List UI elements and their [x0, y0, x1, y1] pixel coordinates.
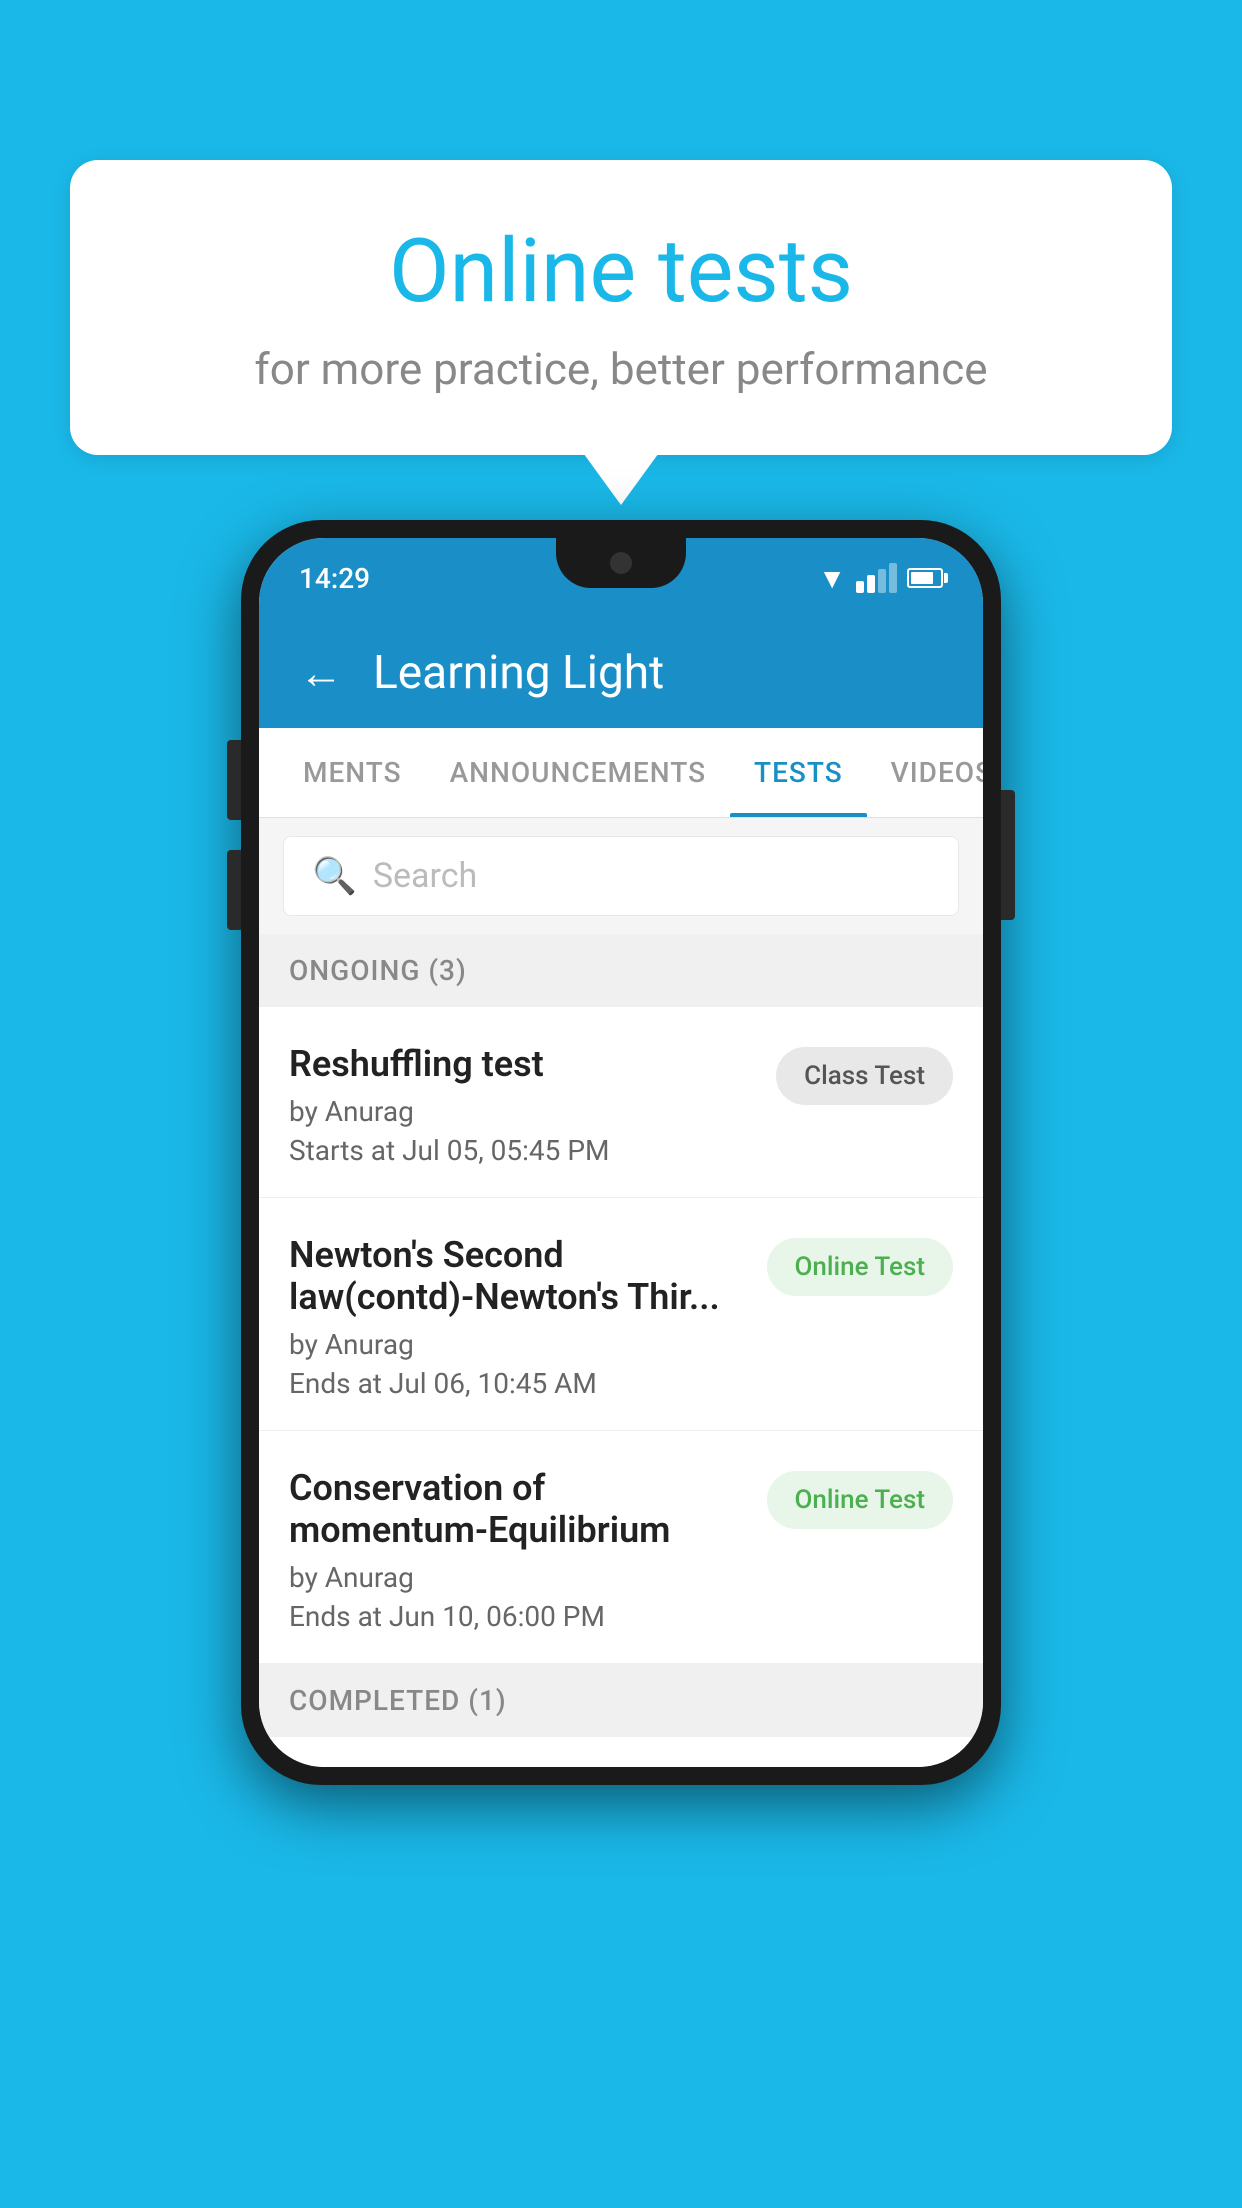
test-name: Newton's Second law(contd)-Newton's Thir… [289, 1234, 747, 1318]
ongoing-section-header: ONGOING (3) [259, 934, 983, 1007]
test-time: Ends at Jul 06, 10:45 AM [289, 1367, 747, 1400]
power-button[interactable] [1001, 790, 1015, 920]
camera [610, 552, 632, 574]
test-time: Starts at Jul 05, 05:45 PM [289, 1134, 756, 1167]
tab-ments[interactable]: MENTS [279, 728, 426, 817]
test-by: by Anurag [289, 1095, 756, 1128]
signal-icon [856, 563, 897, 593]
status-bar: 14:29 ▼ [259, 538, 983, 618]
tabs-bar: MENTS ANNOUNCEMENTS TESTS VIDEOS [259, 728, 983, 818]
bubble-subtitle: for more practice, better performance [150, 343, 1092, 395]
test-info: Reshuffling test by Anurag Starts at Jul… [289, 1043, 776, 1167]
test-item[interactable]: Newton's Second law(contd)-Newton's Thir… [259, 1198, 983, 1431]
test-by: by Anurag [289, 1328, 747, 1361]
search-container: 🔍 Search [259, 818, 983, 934]
search-icon: 🔍 [312, 855, 357, 897]
search-input[interactable]: Search [373, 856, 477, 896]
search-bar[interactable]: 🔍 Search [283, 836, 959, 916]
phone-screen: 14:29 ▼ ← Learning Light MENTS [259, 538, 983, 1767]
speech-bubble: Online tests for more practice, better p… [70, 160, 1172, 455]
volume-down-button[interactable] [227, 850, 241, 930]
status-time: 14:29 [299, 562, 370, 595]
test-info: Newton's Second law(contd)-Newton's Thir… [289, 1234, 767, 1400]
test-item[interactable]: Reshuffling test by Anurag Starts at Jul… [259, 1007, 983, 1198]
battery-icon [907, 568, 943, 588]
test-item[interactable]: Conservation of momentum-Equilibrium by … [259, 1431, 983, 1664]
test-time: Ends at Jun 10, 06:00 PM [289, 1600, 747, 1633]
completed-section-header: COMPLETED (1) [259, 1664, 983, 1737]
phone-outer-shell: 14:29 ▼ ← Learning Light MENTS [241, 520, 1001, 1785]
phone-device: 14:29 ▼ ← Learning Light MENTS [241, 520, 1001, 1785]
test-badge-online-2: Online Test [767, 1471, 954, 1529]
phone-bottom [259, 1737, 983, 1767]
bubble-title: Online tests [150, 220, 1092, 323]
test-badge-online: Online Test [767, 1238, 954, 1296]
app-title: Learning Light [373, 646, 664, 700]
notch [556, 538, 686, 588]
speech-bubble-container: Online tests for more practice, better p… [70, 160, 1172, 455]
status-icons: ▼ [818, 562, 943, 595]
test-info: Conservation of momentum-Equilibrium by … [289, 1467, 767, 1633]
test-badge-class: Class Test [776, 1047, 953, 1105]
wifi-icon: ▼ [818, 562, 846, 595]
tab-videos[interactable]: VIDEOS [867, 728, 983, 817]
tab-tests[interactable]: TESTS [730, 728, 867, 817]
tab-announcements[interactable]: ANNOUNCEMENTS [426, 728, 730, 817]
volume-up-button[interactable] [227, 740, 241, 820]
test-name: Reshuffling test [289, 1043, 756, 1085]
test-name: Conservation of momentum-Equilibrium [289, 1467, 747, 1551]
app-header: ← Learning Light [259, 618, 983, 728]
test-by: by Anurag [289, 1561, 747, 1594]
back-button[interactable]: ← [299, 647, 343, 699]
